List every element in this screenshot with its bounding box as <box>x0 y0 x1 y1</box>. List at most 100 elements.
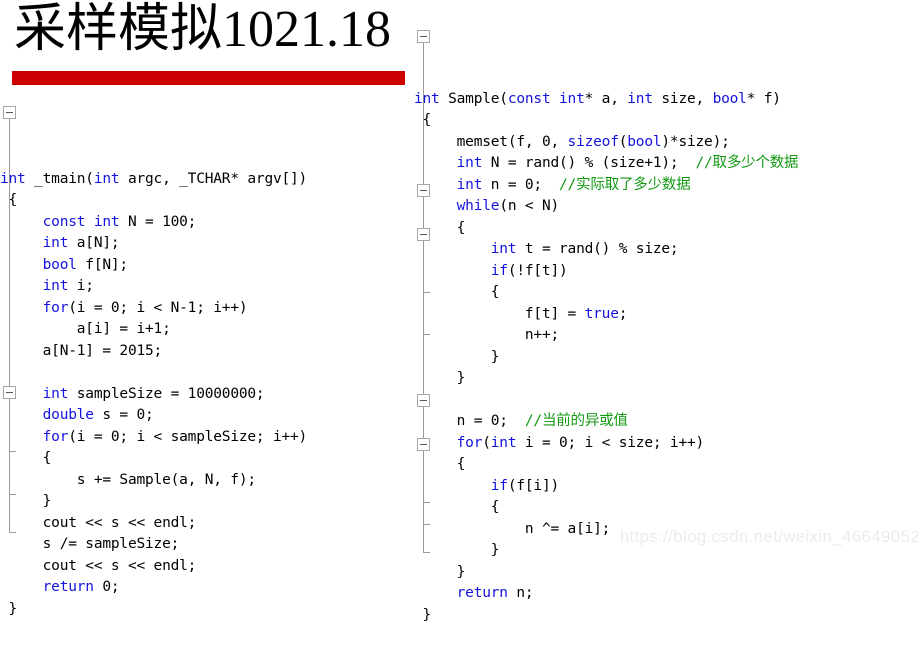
code-token-kw: while <box>456 198 500 214</box>
code-token-pln: i; <box>68 278 94 294</box>
code-token-pln: { <box>414 219 466 236</box>
code-token-kw: int <box>456 155 483 171</box>
code-token-pln: } <box>414 370 466 386</box>
code-line: cout << s << endl; <box>0 556 410 578</box>
code-token-pln: cout << s << endl; <box>0 557 197 574</box>
code-token-pln: memset(f, 0, <box>414 133 568 150</box>
code-line: memset(f, 0, sizeof(bool)*size); <box>414 132 924 154</box>
code-token-pln: s += Sample(a, N, f); <box>0 471 256 488</box>
code-line: int a[N]; <box>0 233 410 255</box>
code-token-pln: ( <box>618 133 628 150</box>
code-token-cmt: //当前的异或值 <box>524 413 628 429</box>
code-token-pln: { <box>414 499 500 515</box>
code-token-pln: } <box>414 348 500 365</box>
code-line: double s = 0; <box>0 405 410 427</box>
source-watermark: https://blog.csdn.net/weixin_46649052 <box>619 527 920 546</box>
code-token-pln <box>0 235 43 251</box>
code-token-kw: int <box>414 90 440 107</box>
code-token-pln: )*size); <box>661 133 730 150</box>
code-token-pln: } <box>414 563 466 580</box>
code-line: return n; <box>414 583 924 605</box>
code-token-kw: return <box>456 585 508 601</box>
code-token-pln: 0; <box>93 579 120 595</box>
code-line: { <box>0 448 410 470</box>
code-line: { <box>414 110 924 132</box>
code-token-kw: for <box>42 299 69 316</box>
code-token-pln: a[i] = i+1; <box>0 321 171 337</box>
code-token-kw: bool <box>42 256 77 273</box>
code-token-pln: (!f[t]) <box>507 262 568 279</box>
code-token-pln: s /= sampleSize; <box>0 536 180 552</box>
code-token-pln: n++; <box>414 327 560 343</box>
code-token-pln: i = 0; i < size; i++) <box>516 434 705 451</box>
code-token-pln: f[N]; <box>76 256 128 273</box>
code-token-pln: { <box>0 450 52 466</box>
code-token-pln <box>0 300 43 316</box>
code-token-pln <box>0 386 43 402</box>
code-token-pln: (i = 0; i < sampleSize; i++) <box>68 428 308 445</box>
code-line: if(!f[t]) <box>414 261 924 283</box>
code-token-kw: int <box>42 385 69 402</box>
code-token-pln: ; <box>618 305 628 322</box>
code-token-pln: N = 100; <box>119 213 197 230</box>
code-token-pln <box>0 579 43 595</box>
code-line: f[t] = true; <box>414 304 924 326</box>
code-token-kw: true <box>584 305 619 322</box>
code-token-pln <box>0 407 43 423</box>
code-token-kw: int <box>42 278 69 294</box>
code-line: for(int i = 0; i < size; i++) <box>414 433 924 455</box>
code-line: for(i = 0; i < sampleSize; i++) <box>0 427 410 449</box>
code-token-pln: * f) <box>746 90 781 107</box>
code-token-kw: const int <box>507 90 585 107</box>
code-token-pln <box>414 435 457 451</box>
code-token-kw: return <box>42 579 94 595</box>
code-token-kw: int <box>456 176 483 193</box>
code-line: int sampleSize = 10000000; <box>0 384 410 406</box>
code-token-pln: * a, <box>584 90 628 107</box>
code-token-pln: N = rand() % (size+1); <box>482 155 696 171</box>
code-token-pln: n ^= a[i]; <box>414 520 611 537</box>
code-line: a[i] = i+1; <box>0 319 410 341</box>
code-line: int t = rand() % size; <box>414 239 924 261</box>
code-line: cout << s << endl; <box>0 513 410 535</box>
code-token-pln: (i = 0; i < N-1; i++) <box>68 299 248 316</box>
code-token-kw: bool <box>712 90 747 107</box>
code-line: s += Sample(a, N, f); <box>0 470 410 492</box>
code-line: } <box>414 605 924 627</box>
code-line: } <box>0 599 410 621</box>
code-token-pln: } <box>414 606 432 623</box>
code-token-cmt: //取多少个数据 <box>695 155 799 171</box>
code-token-kw: double <box>42 407 94 423</box>
code-line: for(i = 0; i < N-1; i++) <box>0 298 410 320</box>
code-token-kw: if <box>490 477 508 494</box>
code-token-pln: s = 0; <box>93 407 154 423</box>
code-line: { <box>414 454 924 476</box>
code-token-pln: _tmain( <box>25 170 94 187</box>
code-line: } <box>414 562 924 584</box>
code-token-pln: a[N-1] = 2015; <box>0 342 163 359</box>
collapse-minus-icon[interactable] <box>3 106 16 119</box>
code-token-pln <box>414 263 491 279</box>
code-line: int i; <box>0 276 410 298</box>
code-token-pln: n; <box>507 585 534 601</box>
code-line: int Sample(const int* a, int size, bool*… <box>414 89 924 111</box>
code-token-pln: argc, _TCHAR* argv[]) <box>119 170 308 187</box>
code-line: { <box>414 497 924 519</box>
code-token-pln: cout << s << endl; <box>0 514 197 531</box>
code-token-pln: sampleSize = 10000000; <box>68 385 265 402</box>
collapse-minus-icon[interactable] <box>417 30 430 43</box>
code-token-pln: ( <box>482 434 491 451</box>
code-token-kw: for <box>42 428 69 445</box>
code-token-pln <box>414 241 491 257</box>
code-token-pln: { <box>414 284 500 300</box>
code-token-kw: int <box>0 170 26 187</box>
code-token-pln: { <box>414 456 466 472</box>
title-underline-rule <box>12 71 405 85</box>
code-line: a[N-1] = 2015; <box>0 341 410 363</box>
code-lines-left: int _tmain(int argc, _TCHAR* argv[]) { c… <box>0 169 410 621</box>
code-line: } <box>0 491 410 513</box>
code-line: return 0; <box>0 577 410 599</box>
code-line: s /= sampleSize; <box>0 534 410 556</box>
